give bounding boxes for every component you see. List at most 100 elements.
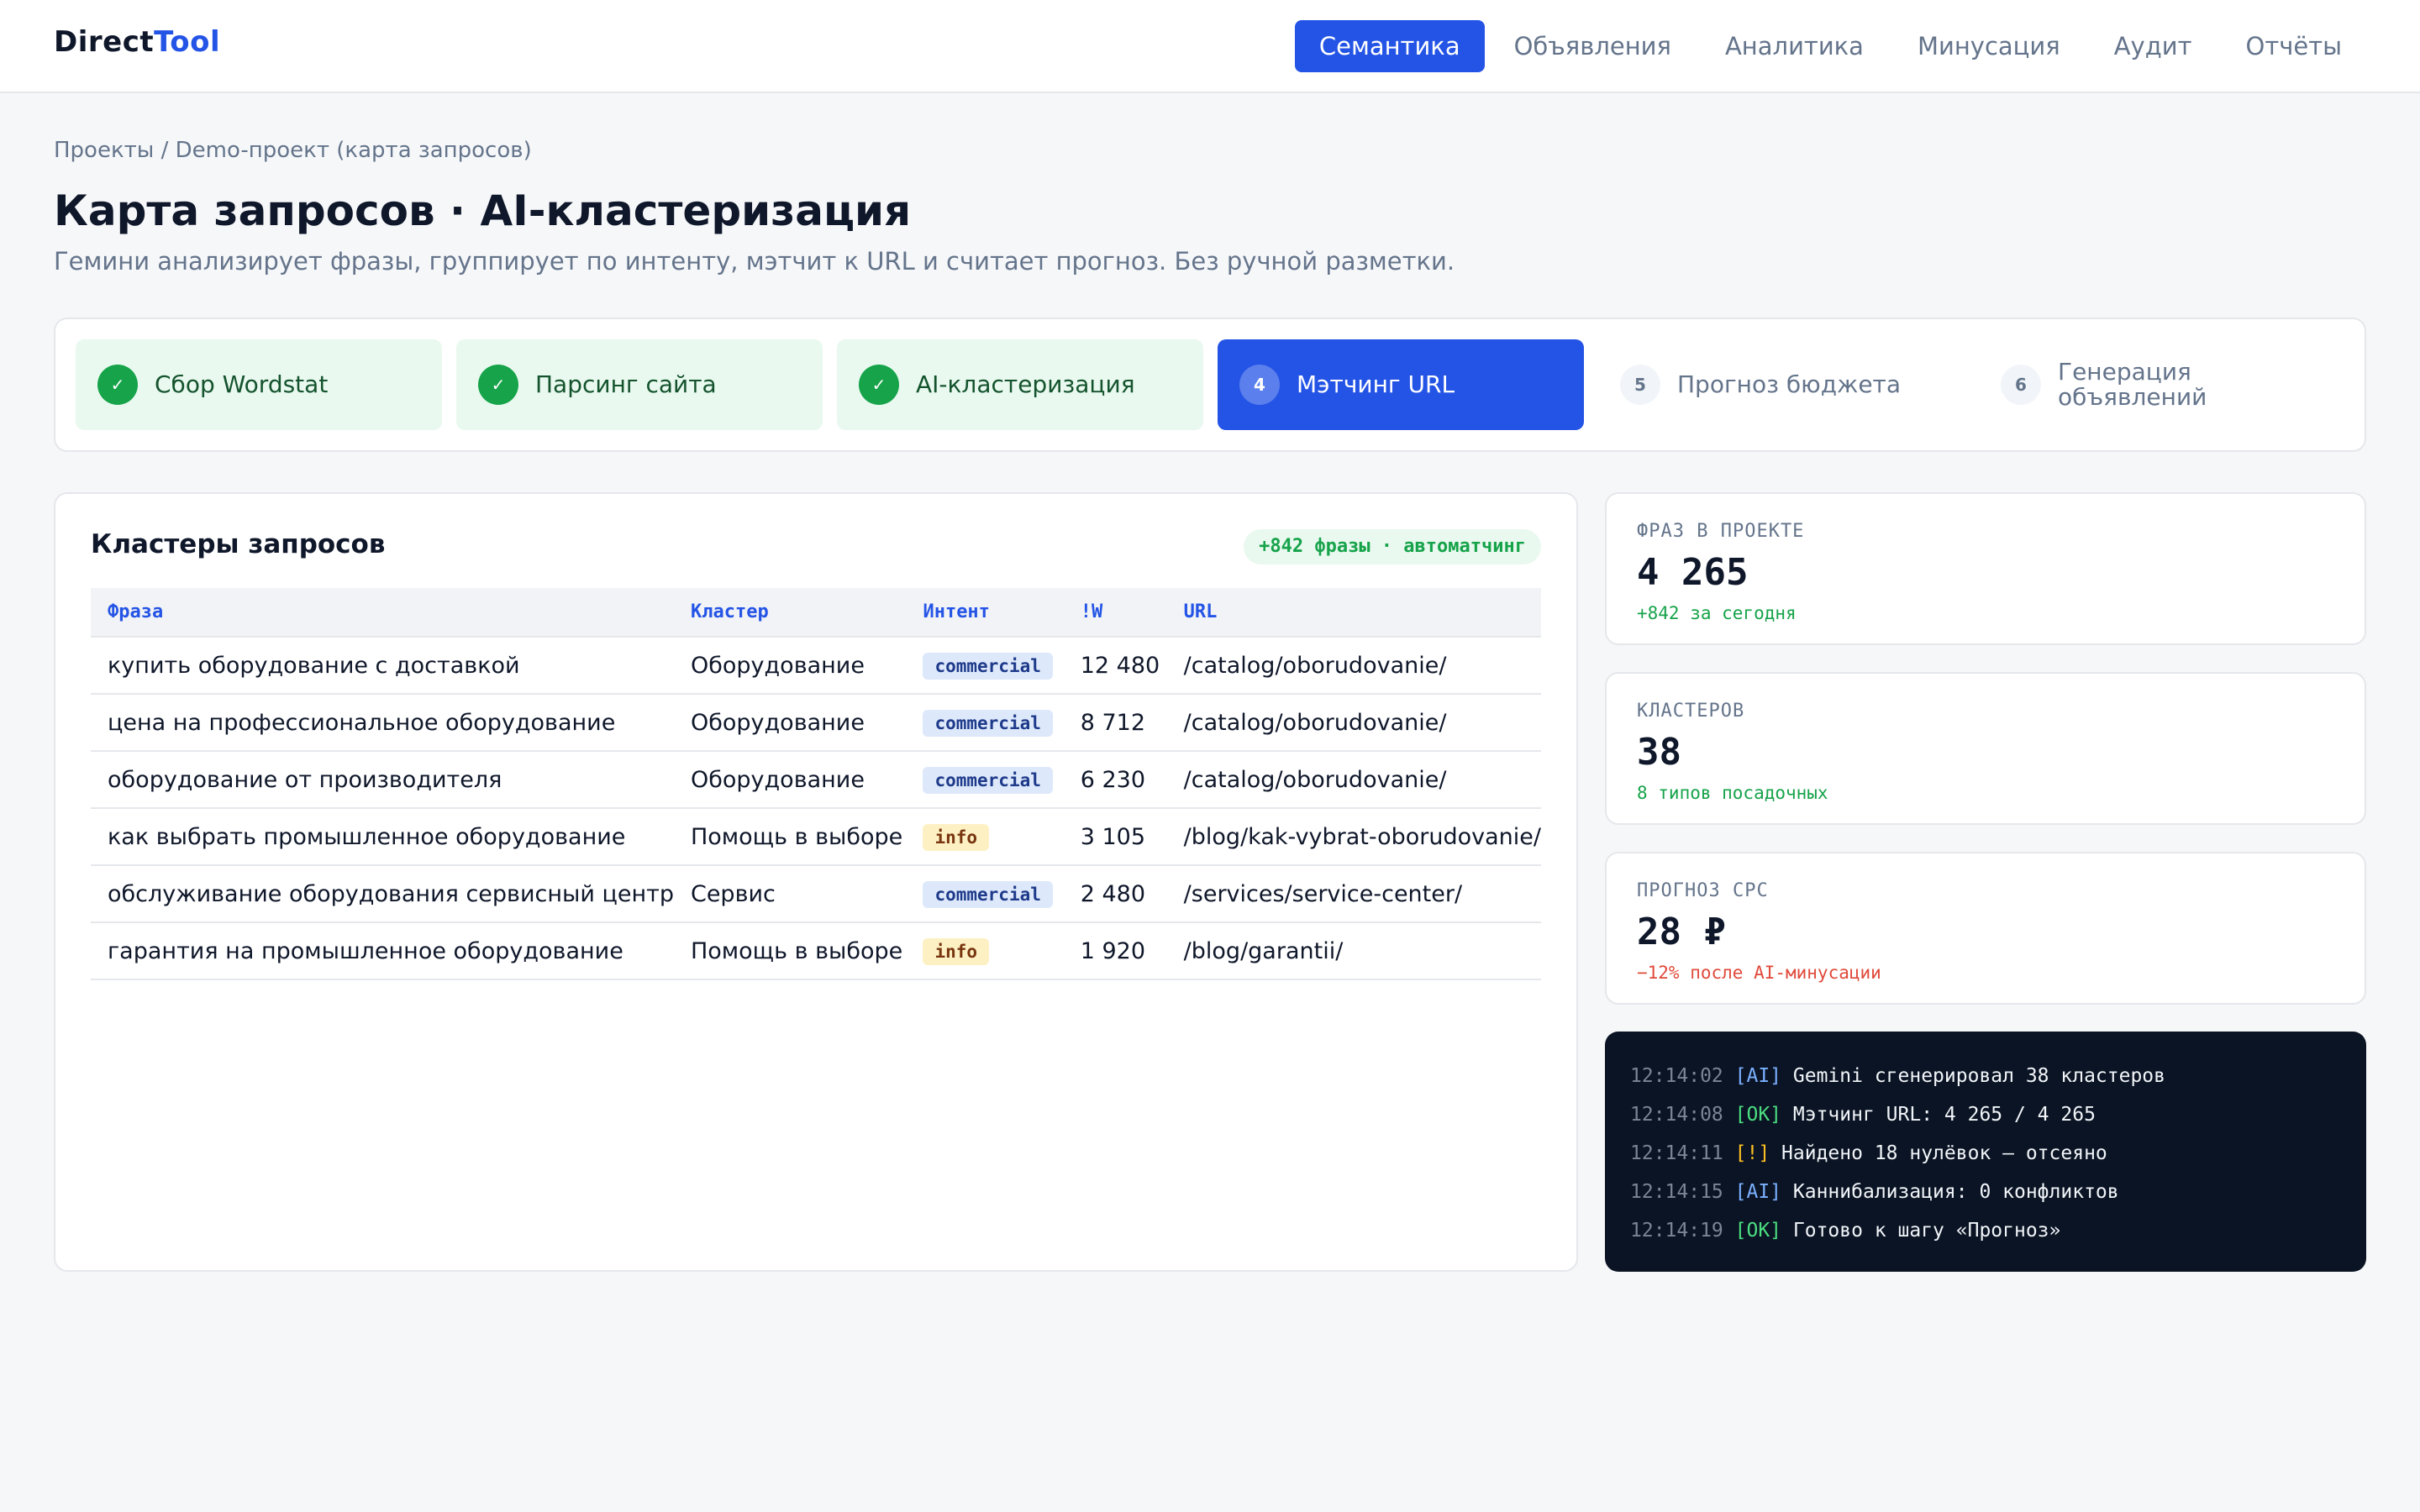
nav-tab-negatives[interactable]: Минусация [1893,20,2085,72]
log-time: 12:14:08 [1630,1104,1723,1126]
column-header-url[interactable]: URL [1166,588,1541,638]
metric-phrases: ФРАЗ В ПРОЕКТЕ 4 265 +842 за сегодня [1605,492,2366,645]
clusters-title: Кластеры запросов [91,529,386,559]
automatch-badge: +842 фразы · автоматчинг [1244,529,1541,564]
metric-note: 8 типов посадочных [1637,783,1828,803]
logo-text-tool: Tool [154,25,221,59]
cell-intent: commercial [906,751,1064,809]
table-row[interactable]: купить оборудование с доставкой Оборудов… [91,637,1541,695]
table-row[interactable]: обслуживание оборудования сервисный цент… [91,865,1541,923]
metric-value: 28 ₽ [1637,911,1726,953]
nav-tab-reports[interactable]: Отчёты [2222,20,2367,72]
column-header-frequency[interactable]: !W [1063,588,1167,638]
cell-intent: commercial [906,637,1064,695]
metric-label: ФРАЗ В ПРОЕКТЕ [1637,521,1805,542]
step-number: 6 [2001,365,2041,405]
step-label: Мэтчинг URL [1297,370,1455,398]
column-header-phrase[interactable]: Фраза [91,588,674,638]
cell-cluster: Сервис [673,865,907,923]
table-row[interactable]: цена на профессиональное оборудование Об… [91,694,1541,752]
logo-text-direct: Direct [54,25,155,59]
nav-tab-semantics[interactable]: Семантика [1294,20,1485,72]
metric-value: 4 265 [1637,551,1749,594]
nav-tab-audit[interactable]: Аудит [2090,20,2217,72]
cell-phrase: обслуживание оборудования сервисный цент… [91,865,674,923]
log-text: Найдено 18 нулёвок — отсеяно [1781,1142,2107,1164]
cell-phrase: цена на профессиональное оборудование [91,694,674,752]
intent-badge: commercial [923,880,1053,908]
cell-frequency: 6 230 [1063,751,1167,809]
cell-frequency: 8 712 [1063,694,1167,752]
step-budget-forecast[interactable]: 5 Прогноз бюджета [1598,339,1965,430]
cell-url[interactable]: /blog/garantii/ [1166,922,1541,980]
intent-badge: commercial [923,709,1053,737]
table-row[interactable]: гарантия на промышленное оборудование По… [91,922,1541,980]
step-wordstat[interactable]: ✓ Сбор Wordstat [76,339,442,430]
log-time: 12:14:15 [1630,1181,1723,1203]
cell-phrase: как выбрать промышленное оборудование [91,808,674,866]
cell-url[interactable]: /catalog/oborudovanie/ [1166,694,1541,752]
step-url-matching[interactable]: 4 Мэтчинг URL [1218,339,1584,430]
step-site-parsing[interactable]: ✓ Парсинг сайта [456,339,823,430]
metric-note: +842 за сегодня [1637,603,1797,623]
cell-url[interactable]: /catalog/oborudovanie/ [1166,637,1541,695]
cell-frequency: 12 480 [1063,637,1167,695]
breadcrumb[interactable]: Проекты / Demo-проект (карта запросов) [54,138,532,163]
column-header-cluster[interactable]: Кластер [673,588,907,638]
step-number: 5 [1620,365,1660,405]
page-title: Карта запросов · AI-кластеризация [54,186,912,235]
metric-note: −12% после AI-минусации [1637,963,1881,983]
log-line: 12:14:11 [!] Найдено 18 нулёвок — отсеян… [1630,1134,2341,1173]
step-label: Сбор Wordstat [155,370,329,398]
step-number: 4 [1239,365,1280,405]
step-label: AI-кластеризация [916,370,1135,398]
log-level: [OK] [1734,1104,1782,1126]
table-row[interactable]: как выбрать промышленное оборудование По… [91,808,1541,866]
log-level: [AI] [1734,1065,1782,1087]
step-ad-generation[interactable]: 6 Генерация объявлений [1979,339,2345,430]
table-header-row: Фраза Кластер Интент !W URL [91,588,1541,638]
log-line: 12:14:15 [AI] Каннибализация: 0 конфликт… [1630,1173,2341,1211]
cell-phrase: гарантия на промышленное оборудование [91,922,674,980]
activity-log: 12:14:02 [AI] Gemini сгенерировал 38 кла… [1605,1032,2366,1272]
check-icon: ✓ [97,365,138,405]
cell-intent: commercial [906,694,1064,752]
log-time: 12:14:11 [1630,1142,1723,1164]
cell-phrase: оборудование от производителя [91,751,674,809]
main-nav: Семантика Объявления Аналитика Минусация… [1290,20,2366,72]
log-level: [AI] [1734,1181,1782,1203]
step-label: Прогноз бюджета [1677,370,1902,398]
step-ai-clustering[interactable]: ✓ AI-кластеризация [837,339,1203,430]
pipeline-stepper: ✓ Сбор Wordstat ✓ Парсинг сайта ✓ AI-кла… [54,318,2366,452]
log-time: 12:14:19 [1630,1220,1723,1242]
clusters-card: Кластеры запросов +842 фразы · автоматчи… [54,492,1578,1272]
log-text: Готово к шагу «Прогноз» [1792,1220,2061,1242]
cell-intent: commercial [906,865,1064,923]
cell-cluster: Оборудование [673,751,907,809]
step-label: Генерация объявлений [2058,358,2207,411]
top-bar: DirectTool Семантика Объявления Аналитик… [0,0,2420,93]
metric-label: КЛАСТЕРОВ [1637,701,1745,722]
table-row[interactable]: оборудование от производителя Оборудован… [91,751,1541,809]
metric-cpc-forecast: ПРОГНОЗ CPC 28 ₽ −12% после AI-минусации [1605,852,2366,1005]
log-line: 12:14:08 [OK] Мэтчинг URL: 4 265 / 4 265 [1630,1095,2341,1134]
cell-intent: info [906,922,1064,980]
column-header-intent[interactable]: Интент [906,588,1064,638]
cell-url[interactable]: /blog/kak-vybrat-oborudovanie/ [1166,808,1541,866]
cell-phrase: купить оборудование с доставкой [91,637,674,695]
nav-tab-ads[interactable]: Объявления [1490,20,1696,72]
app-logo[interactable]: DirectTool [54,25,220,59]
metric-label: ПРОГНОЗ CPC [1637,880,1769,901]
cell-intent: info [906,808,1064,866]
cell-url[interactable]: /services/service-center/ [1166,865,1541,923]
cell-cluster: Помощь в выборе [673,808,907,866]
check-icon: ✓ [478,365,518,405]
cell-url[interactable]: /catalog/oborudovanie/ [1166,751,1541,809]
intent-badge: info [923,937,990,965]
step-label: Парсинг сайта [535,370,717,398]
nav-tab-analytics[interactable]: Аналитика [1701,20,1888,72]
intent-badge: info [923,823,990,851]
log-text: Каннибализация: 0 конфликтов [1792,1181,2119,1203]
cell-frequency: 1 920 [1063,922,1167,980]
cell-frequency: 3 105 [1063,808,1167,866]
